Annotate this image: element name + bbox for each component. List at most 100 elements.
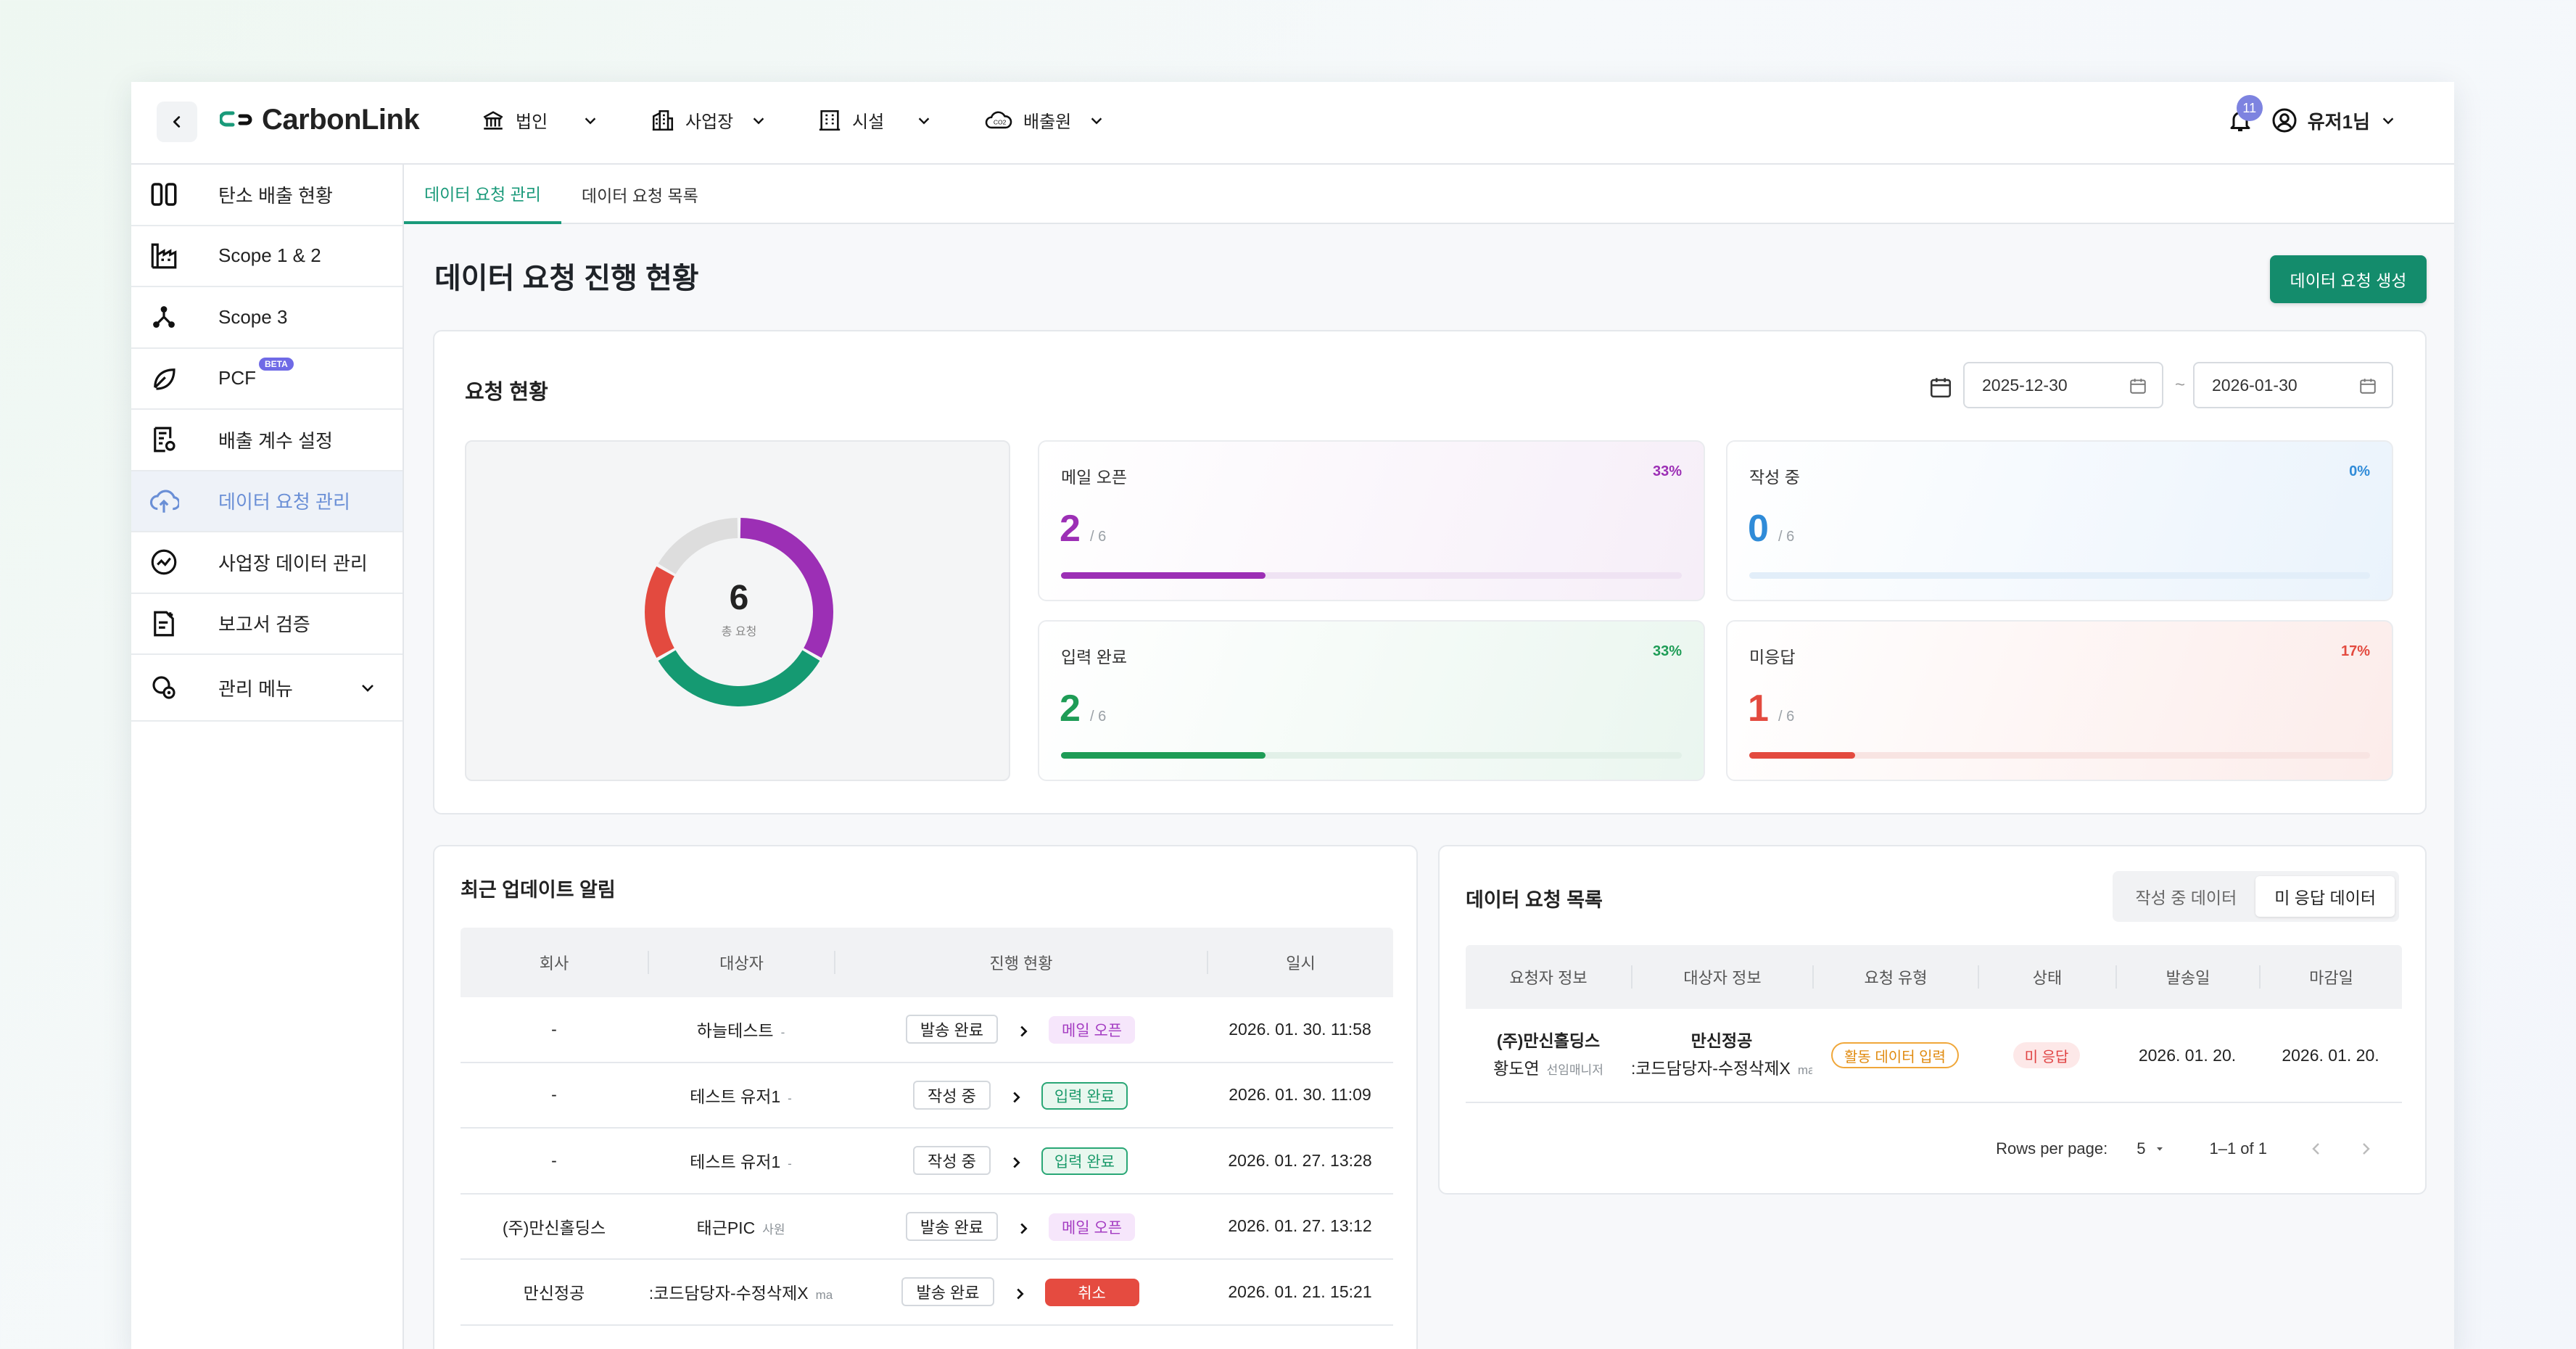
request-list-card: 데이터 요청 목록 작성 중 데이터 미 응답 데이터 요청자 정보 대상자 정… — [1438, 845, 2427, 1195]
segment-no-reply-data[interactable]: 미 응답 데이터 — [2255, 876, 2395, 917]
sidebar-item-report-verify[interactable]: 보고서 검증 — [131, 594, 402, 655]
donut-panel: 6 총 요청 — [465, 440, 1010, 781]
sent-date: 2026. 01. 20. — [2138, 1045, 2237, 1065]
date-cell: 2026. 01. 27. 13:28 — [1228, 1150, 1372, 1170]
chevron-down-icon — [585, 117, 596, 124]
target-sub: - — [780, 1026, 785, 1040]
trend-circle-icon — [147, 545, 181, 579]
nav-facility[interactable]: 시설 — [817, 107, 932, 133]
chevron-right-icon — [1013, 1157, 1020, 1168]
date-to-input[interactable]: 2026-01-30 — [2193, 362, 2393, 408]
target-name: 하늘테스트 — [696, 1021, 774, 1041]
table-row[interactable]: (주)만신홀딩스 황도연 선임매니저 만신정공 :코드담당자-수정삭제X ma 활동… — [1466, 1009, 2402, 1103]
network-icon — [147, 300, 181, 334]
user-circle-icon — [2272, 108, 2297, 133]
target-cell: :코드담당자-수정삭제X ma — [648, 1279, 834, 1304]
table-row[interactable]: 만신정공:코드담당자-수정삭제X ma 발송 완료 취소 2026. 01. 21. 1… — [461, 1260, 1393, 1326]
calendar-icon — [1930, 378, 1952, 398]
table-row[interactable]: - 테스트 유저1- 작성 중 입력 완료 2026. 01. 30. 11:09 — [461, 1063, 1393, 1129]
prev-page-icon[interactable] — [2308, 1140, 2325, 1158]
carbonlink-logo-icon — [220, 111, 252, 126]
sidebar-item-pcf[interactable]: PCF BETA — [131, 349, 402, 410]
stat-label: 미응답 — [1749, 648, 1796, 667]
target-cell: 테스트 유저1- — [648, 1148, 834, 1173]
target-sub: - — [788, 1091, 792, 1105]
requester-company: (주)만신홀딩스 — [1496, 1031, 1601, 1050]
progress-cell: 작성 중 입력 완료 — [834, 1146, 1207, 1176]
rows-per-page-select[interactable]: 5 — [2137, 1139, 2166, 1158]
company-cell: - — [551, 1150, 557, 1170]
date-cell: 2026. 01. 30. 11:58 — [1229, 1019, 1371, 1039]
tab-bar: 데이터 요청 관리 데이터 요청 목록 — [404, 165, 2454, 224]
table-row[interactable]: - 하늘테스트 - 발송 완료 메일 오픈 2026. 01. 30. 11:58 — [461, 997, 1393, 1063]
target-cell: 테스트 유저1- — [648, 1083, 834, 1107]
chevron-down-icon — [2382, 117, 2394, 125]
sidebar-item-scope3[interactable]: Scope 3 — [131, 287, 402, 349]
user-menu[interactable]: 유저1님 — [2271, 107, 2396, 134]
notification-button[interactable]: 11 — [2224, 95, 2263, 137]
card-title: 요청 현황 — [465, 381, 548, 404]
nav-site[interactable]: 사업장 — [651, 107, 767, 133]
calendar-icon — [2130, 379, 2146, 394]
rows-per-page-value: 5 — [2137, 1139, 2146, 1158]
target-company: 만신정공 — [1690, 1031, 1753, 1050]
recent-updates-card: 최근 업데이트 알림 회사 대상자 진행 현황 일시 - 하늘테스트 - 발송 완료 메… — [433, 845, 1418, 1349]
back-button[interactable] — [157, 102, 197, 142]
segment-writing-data[interactable]: 작성 중 데이터 — [2117, 876, 2256, 917]
tab-data-request-manage[interactable]: 데이터 요청 관리 — [404, 165, 561, 224]
sidebar-item-emission-factor[interactable]: 배출 계수 설정 — [131, 410, 402, 471]
nav-entity[interactable]: 법인 — [481, 107, 598, 133]
stat-progress-track — [1749, 752, 2370, 759]
notification-badge: 11 — [2236, 95, 2263, 121]
requester-name: 황도연 — [1493, 1058, 1540, 1078]
table-row[interactable]: - 테스트 유저1- 작성 중 입력 완료 2026. 01. 27. 13:28 — [461, 1129, 1393, 1195]
sidebar-item-carbon-status[interactable]: 탄소 배출 현황 — [131, 165, 402, 226]
stat-label: 입력 완료 — [1061, 648, 1128, 667]
target-cell: 만신정공 :코드담당자-수정삭제X ma — [1631, 1027, 1812, 1084]
create-request-button[interactable]: 데이터 요청 생성 — [2270, 255, 2427, 303]
company-cell: (주)만신홀딩스 — [502, 1218, 606, 1237]
date-from-value: 2025-12-30 — [1982, 375, 2068, 395]
logo-text: CarbonLink — [262, 104, 420, 136]
tab-data-request-list[interactable]: 데이터 요청 목록 — [561, 165, 719, 224]
from-status-pill: 작성 중 — [913, 1080, 991, 1110]
donut-total: 6 — [729, 579, 749, 617]
date-separator: ~ — [2175, 375, 2186, 395]
next-page-icon[interactable] — [2357, 1140, 2374, 1158]
stat-progress-track — [1061, 752, 1682, 759]
stat-value: 1 — [1748, 688, 1769, 730]
col-target-info: 대상자 정보 — [1631, 965, 1812, 989]
chevron-down-icon — [753, 117, 764, 124]
stat-progress-track — [1061, 572, 1682, 579]
sidebar-item-admin-menu[interactable]: 관리 메뉴 — [131, 655, 402, 722]
stat-total: / 6 — [1090, 709, 1107, 725]
calendar-icon — [2360, 379, 2376, 394]
stat-label: 메일 오픈 — [1061, 468, 1128, 487]
nav-facility-label: 시설 — [852, 112, 885, 132]
sidebar-item-site-data[interactable]: 사업장 데이터 관리 — [131, 532, 402, 594]
stat-progress-fill — [1061, 752, 1266, 759]
document-settings-icon — [147, 423, 181, 456]
nav-emission-source[interactable]: CO2 배출원 — [984, 107, 1105, 133]
to-status-tag: 메일 오픈 — [1048, 1213, 1136, 1241]
sidebar-item-data-request[interactable]: 데이터 요청 관리 — [131, 471, 402, 532]
stat-label: 작성 중 — [1749, 468, 1800, 487]
sidebar-item-label: 관리 메뉴 — [218, 677, 293, 700]
stat-value: 2 — [1060, 508, 1081, 550]
target-name: 테스트 유저1 — [690, 1152, 781, 1172]
stat-progress-fill — [1061, 572, 1266, 579]
col-company: 회사 — [539, 954, 569, 973]
sidebar: 탄소 배출 현황 Scope 1 & 2 Scope 3 PCF BETA 배출… — [131, 165, 404, 1349]
buildings-icon — [652, 110, 674, 131]
table-row[interactable]: (주)만신홀딩스 태근PIC 사원 발송 완료 메일 오픈 2026. 01. 27. 1… — [461, 1194, 1393, 1260]
sidebar-item-scope12[interactable]: Scope 1 & 2 — [131, 226, 402, 287]
from-status-pill: 발송 완료 — [901, 1277, 994, 1307]
stat-progress-fill — [1749, 752, 1855, 759]
page-range: 1–1 of 1 — [2209, 1139, 2267, 1158]
pagination: Rows per page: 5 1–1 of 1 — [1996, 1139, 2374, 1158]
col-sent-date: 발송일 — [2115, 965, 2259, 989]
user-name: 유저1님 — [2307, 110, 2370, 133]
logo[interactable]: CarbonLink — [220, 104, 420, 136]
date-from-input[interactable]: 2025-12-30 — [1963, 362, 2163, 408]
page-title: 데이터 요청 진행 현황 — [434, 263, 699, 294]
